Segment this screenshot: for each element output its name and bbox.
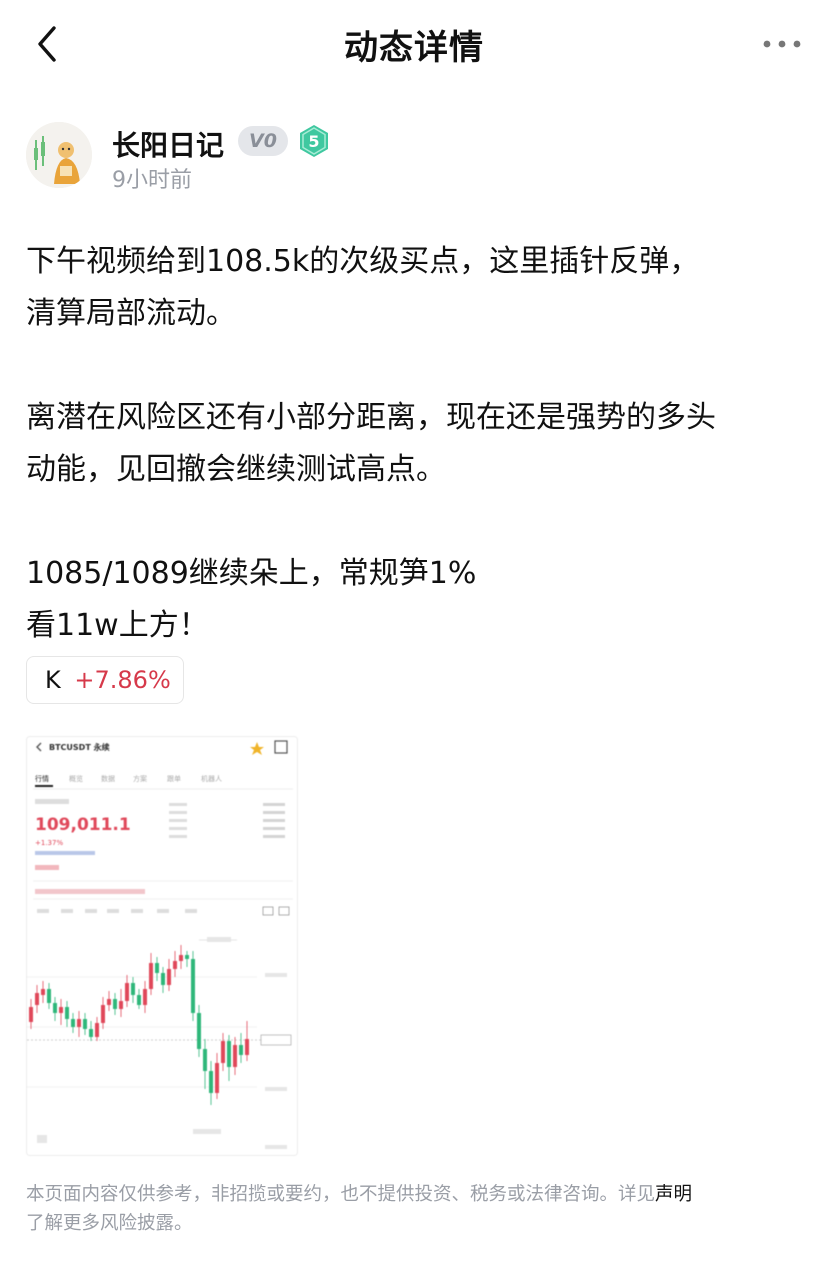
post-time: 9小时前	[112, 168, 192, 193]
author-header: 长阳日记 V0 5 9小时前	[26, 122, 806, 193]
attached-chart-image[interactable]: BTCUSDT 永续 行情 概览 数据 方案 跟单 机器人 109,011.1 +1.37…	[26, 736, 298, 1156]
post-content: 下午视频给到108.5k的次级买点，这里插针反弹， 清算局部流动。 离潜在风险区…	[26, 236, 806, 652]
screenshot-tab: 方案	[133, 774, 147, 783]
screenshot-candle	[29, 1007, 33, 1022]
disclaimer-text: 本页面内容仅供参考，非招揽或要约，也不提供投资、税务或法律咨询。详见	[26, 1184, 656, 1205]
post-paragraph: 1085/1089继续朵上，常规笋1% 看11w上方！	[26, 556, 477, 643]
post-paragraph: 下午视频给到108.5k的次级买点，这里插针反弹， 清算局部流动。	[26, 244, 700, 331]
screenshot-candle	[65, 1007, 69, 1019]
avatar-image	[26, 122, 92, 188]
ticker-tag[interactable]: K +7.86%	[26, 656, 184, 704]
screenshot-candle	[35, 993, 39, 1005]
chart-screenshot: BTCUSDT 永续 行情 概览 数据 方案 跟单 机器人 109,011.1 +1.37…	[27, 737, 297, 1155]
screenshot-candle	[113, 999, 117, 1009]
screenshot-candle	[215, 1063, 219, 1093]
screenshot-candle	[131, 983, 135, 995]
screenshot-candle	[125, 983, 129, 1001]
screenshot-candle	[233, 1045, 237, 1067]
screenshot-tab: 跟单	[167, 774, 181, 783]
ticker-symbol: K	[45, 666, 61, 694]
screenshot-candle	[89, 1029, 93, 1037]
screenshot-candle	[41, 989, 45, 995]
screenshot-candle	[239, 1045, 243, 1055]
author-name[interactable]: 长阳日记	[112, 124, 224, 164]
disclaimer-text-2: 了解更多风险披露。	[26, 1213, 193, 1234]
screenshot-candle	[185, 955, 189, 959]
screenshot-candle	[149, 963, 153, 989]
screenshot-candle	[77, 1019, 81, 1027]
screenshot-candle	[197, 1013, 201, 1049]
level-badge: 5	[298, 124, 330, 158]
screenshot-change: +1.37%	[35, 839, 63, 847]
ticker-change: +7.86%	[74, 666, 171, 694]
screenshot-tab: 机器人	[201, 774, 222, 783]
screenshot-candle	[107, 999, 111, 1005]
screenshot-candle	[191, 959, 195, 1013]
screenshot-pair: BTCUSDT 永续	[49, 742, 110, 752]
more-button[interactable]	[762, 34, 802, 54]
screenshot-candle	[95, 1023, 99, 1037]
screenshot-candle	[71, 1019, 75, 1027]
screenshot-candle	[83, 1019, 87, 1029]
screenshot-candle	[173, 961, 177, 969]
post-paragraph: 离潜在风险区还有小部分距离，现在还是强势的多头 动能，见回撤会继续测试高点。	[26, 400, 716, 487]
screenshot-candle	[167, 969, 171, 985]
screenshot-price: 109,011.1	[35, 815, 131, 835]
more-horizontal-icon	[763, 40, 801, 48]
screenshot-candle	[47, 989, 51, 1003]
screenshot-candle	[53, 1003, 57, 1013]
hexagon-badge-icon: 5	[300, 125, 328, 157]
screenshot-candle	[221, 1041, 225, 1063]
screenshot-candle	[59, 1007, 63, 1013]
screenshot-candle	[137, 995, 141, 1005]
level-badge-number: 5	[308, 132, 319, 151]
vip-badge: V0	[238, 126, 288, 156]
avatar[interactable]	[26, 122, 92, 188]
screenshot-candle	[209, 1071, 213, 1093]
screenshot-tab: 数据	[101, 774, 115, 783]
screenshot-tab: 行情	[35, 774, 49, 783]
disclaimer: 本页面内容仅供参考，非招揽或要约，也不提供投资、税务或法律咨询。详见声明 了解更…	[26, 1180, 806, 1238]
screenshot-candle	[227, 1041, 231, 1067]
disclaimer-link[interactable]: 声明	[655, 1184, 692, 1205]
screenshot-candle	[101, 1005, 105, 1023]
navigation-bar: 动态详情	[0, 0, 828, 90]
screenshot-candle	[155, 963, 159, 973]
screenshot-candle	[245, 1039, 249, 1055]
screenshot-candle	[119, 1001, 123, 1009]
screenshot-candle	[179, 955, 183, 961]
page-title: 动态详情	[344, 28, 484, 68]
screenshot-candle	[143, 989, 147, 1005]
screenshot-tab: 概览	[69, 774, 83, 783]
screenshot-candle	[161, 973, 165, 985]
screenshot-candle	[203, 1049, 207, 1071]
